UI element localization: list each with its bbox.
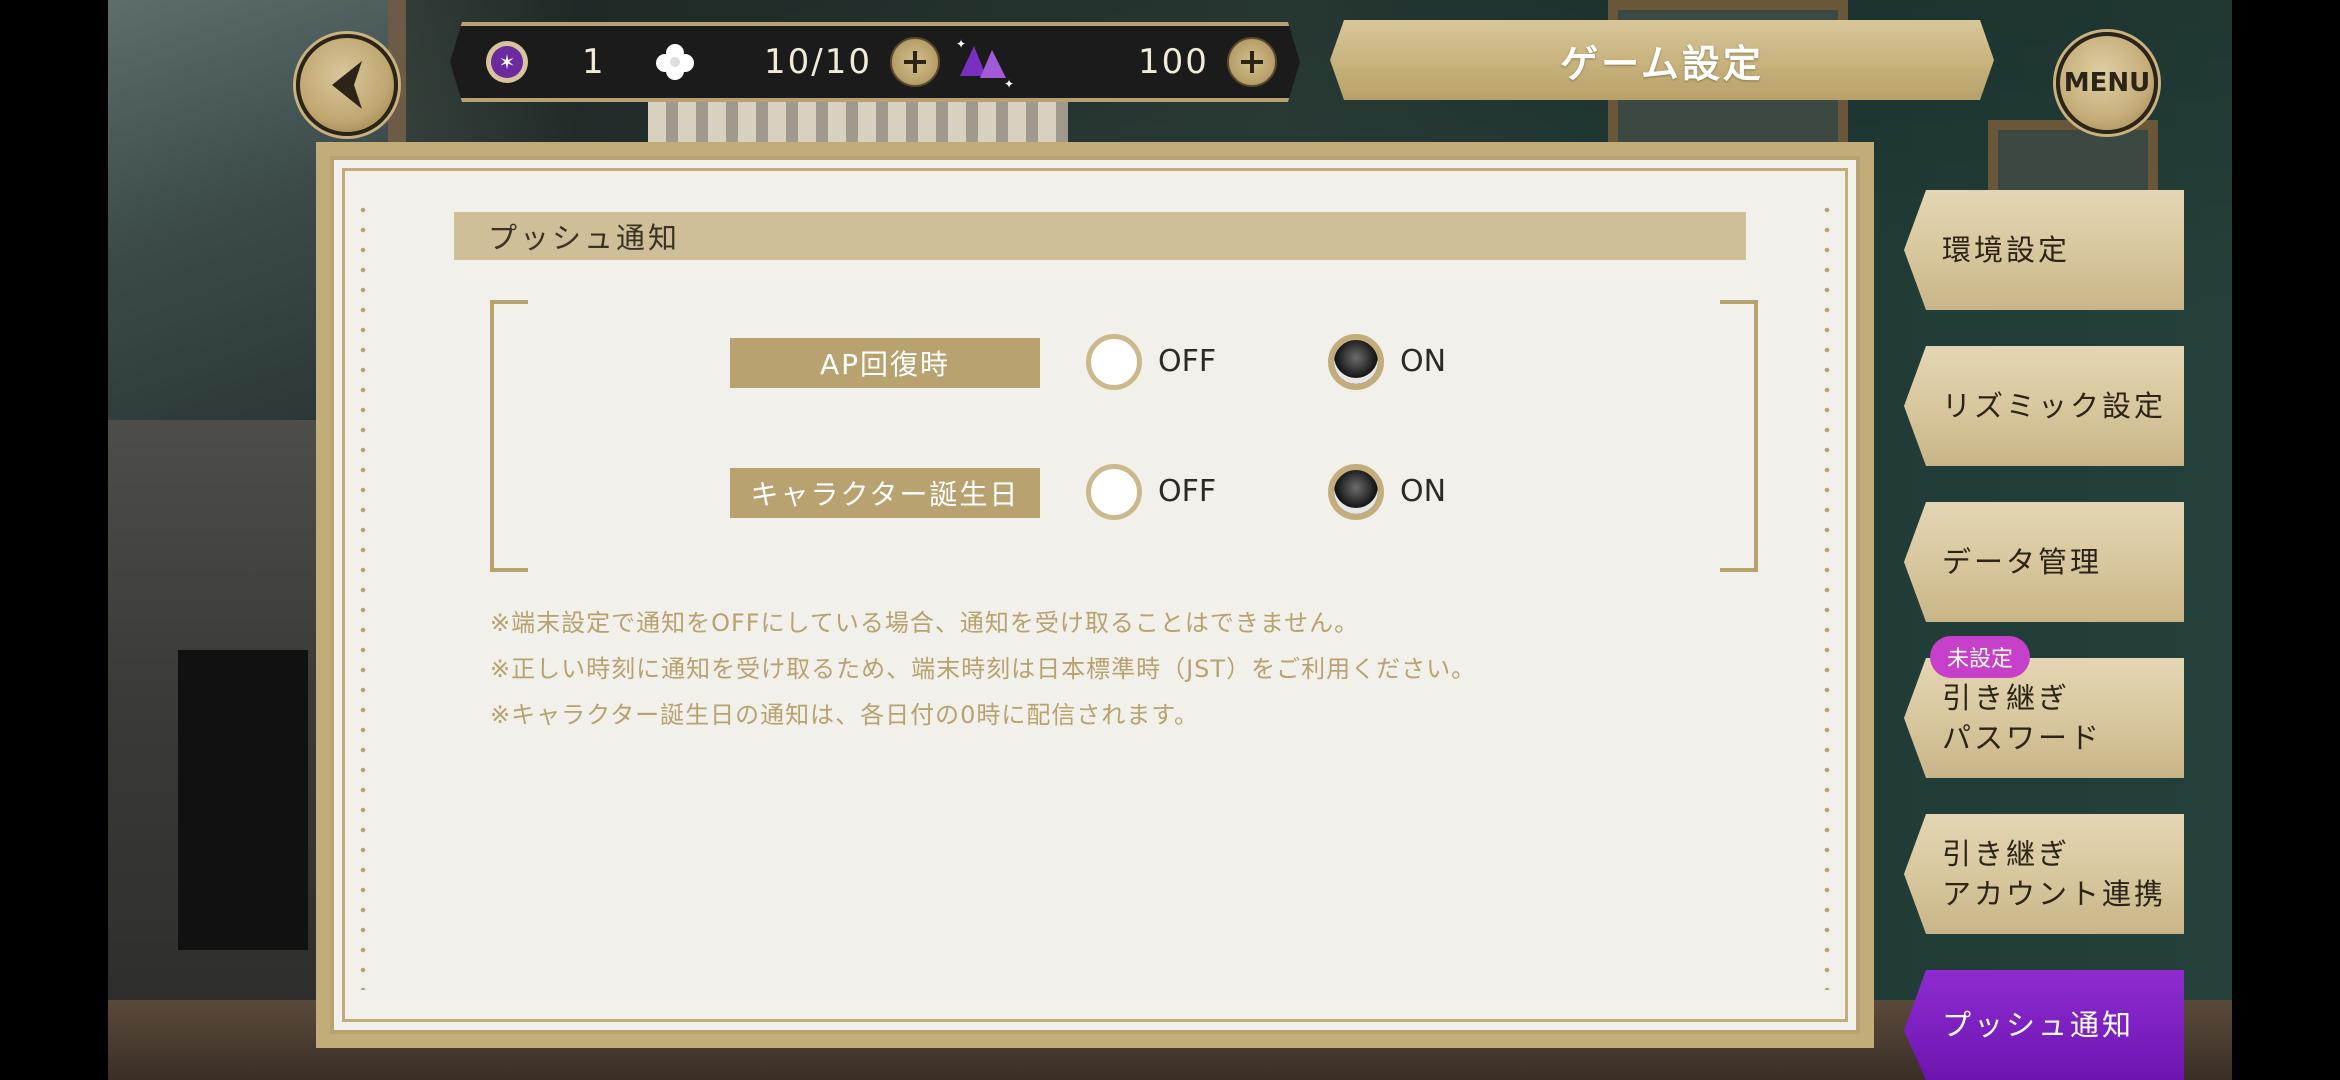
crystal-icon: ✦ ✦ [952,36,1016,88]
setting-label: キャラクター誕生日 [730,468,1040,518]
ap-recovery-off-radio[interactable] [1086,334,1142,390]
purple-gem-icon: ✶ [484,39,530,85]
note-text: ※端末設定で通知をOFFにしている場合、通知を受け取ることはできません。 [490,609,1360,637]
crystal-resource: ✦ ✦ 100 [952,26,1277,98]
birthday-on-radio[interactable] [1328,464,1384,520]
tab-label: データ管理 [1942,545,2103,579]
ap-resource: 10/10 [654,26,940,98]
section-header: プッシュ通知 [454,212,1746,260]
decorative-dots [1824,200,1830,990]
note-text: ※キャラクター誕生日の通知は、各日付の0時に配信されます。 [490,701,1200,729]
plus-icon [1239,49,1265,75]
ap-count: 10/10 [764,42,872,82]
tab-label: 引き継ぎ [1942,681,2071,715]
on-label: ON [1400,474,1447,509]
svg-text:✦: ✦ [956,37,966,51]
unset-badge: 未設定 [1930,636,2030,678]
decorative-dots [360,200,366,990]
gem-count: 1 [582,42,604,82]
setting-label: AP回復時 [730,338,1040,388]
tab-environment-settings[interactable]: 環境設定 [1904,190,2184,310]
tab-data-management[interactable]: データ管理 [1904,502,2184,622]
tab-rhythmic-settings[interactable]: リズミック設定 [1904,346,2184,466]
tab-label: 環境設定 [1942,233,2071,267]
off-label: OFF [1158,344,1217,379]
ap-recovery-on-radio[interactable] [1328,334,1384,390]
flower-ap-icon [654,41,696,83]
off-label: OFF [1158,474,1217,509]
tab-label: リズミック設定 [1942,389,2167,423]
tab-label: アカウント連携 [1942,877,2167,911]
back-arrow-icon [332,61,362,109]
birthday-off-radio[interactable] [1086,464,1142,520]
notes: ※端末設定で通知をOFFにしている場合、通知を受け取ることはできません。 ※正し… [490,600,1476,738]
settings-panel: プッシュ通知 AP回復時 OFF ON キャラクター誕生日 OFF ON ※端末… [316,142,1874,1048]
tab-label: パスワード [1942,721,2103,755]
settings-panel-body: プッシュ通知 AP回復時 OFF ON キャラクター誕生日 OFF ON ※端末… [330,156,1860,1034]
svg-text:✶: ✶ [499,50,516,74]
crystal-count: 100 [1138,42,1209,82]
tab-transfer-account-link[interactable]: 引き継ぎ アカウント連携 [1904,814,2184,934]
resource-bar: ✶ 1 10/10 ✦ ✦ 100 [450,22,1300,102]
svg-text:✦: ✦ [1004,77,1014,88]
tab-label: プッシュ通知 [1942,1008,2135,1042]
back-button[interactable] [296,34,398,136]
gem-resource: ✶ 1 [484,26,604,98]
ap-plus-button[interactable] [890,37,940,87]
plus-icon [902,49,928,75]
tab-push-notification[interactable]: プッシュ通知 [1904,970,2184,1080]
note-text: ※正しい時刻に通知を受け取るため、端末時刻は日本標準時（JST）をご利用ください… [490,655,1477,683]
on-label: ON [1400,344,1447,379]
crystal-plus-button[interactable] [1227,37,1277,87]
menu-button[interactable]: MENU [2056,32,2158,134]
tab-label: 引き継ぎ [1942,837,2071,871]
page-title: ゲーム設定 [1330,20,1994,100]
setting-row-ap-recovery: AP回復時 OFF ON [334,334,1856,394]
setting-row-character-birthday: キャラクター誕生日 OFF ON [334,464,1856,524]
